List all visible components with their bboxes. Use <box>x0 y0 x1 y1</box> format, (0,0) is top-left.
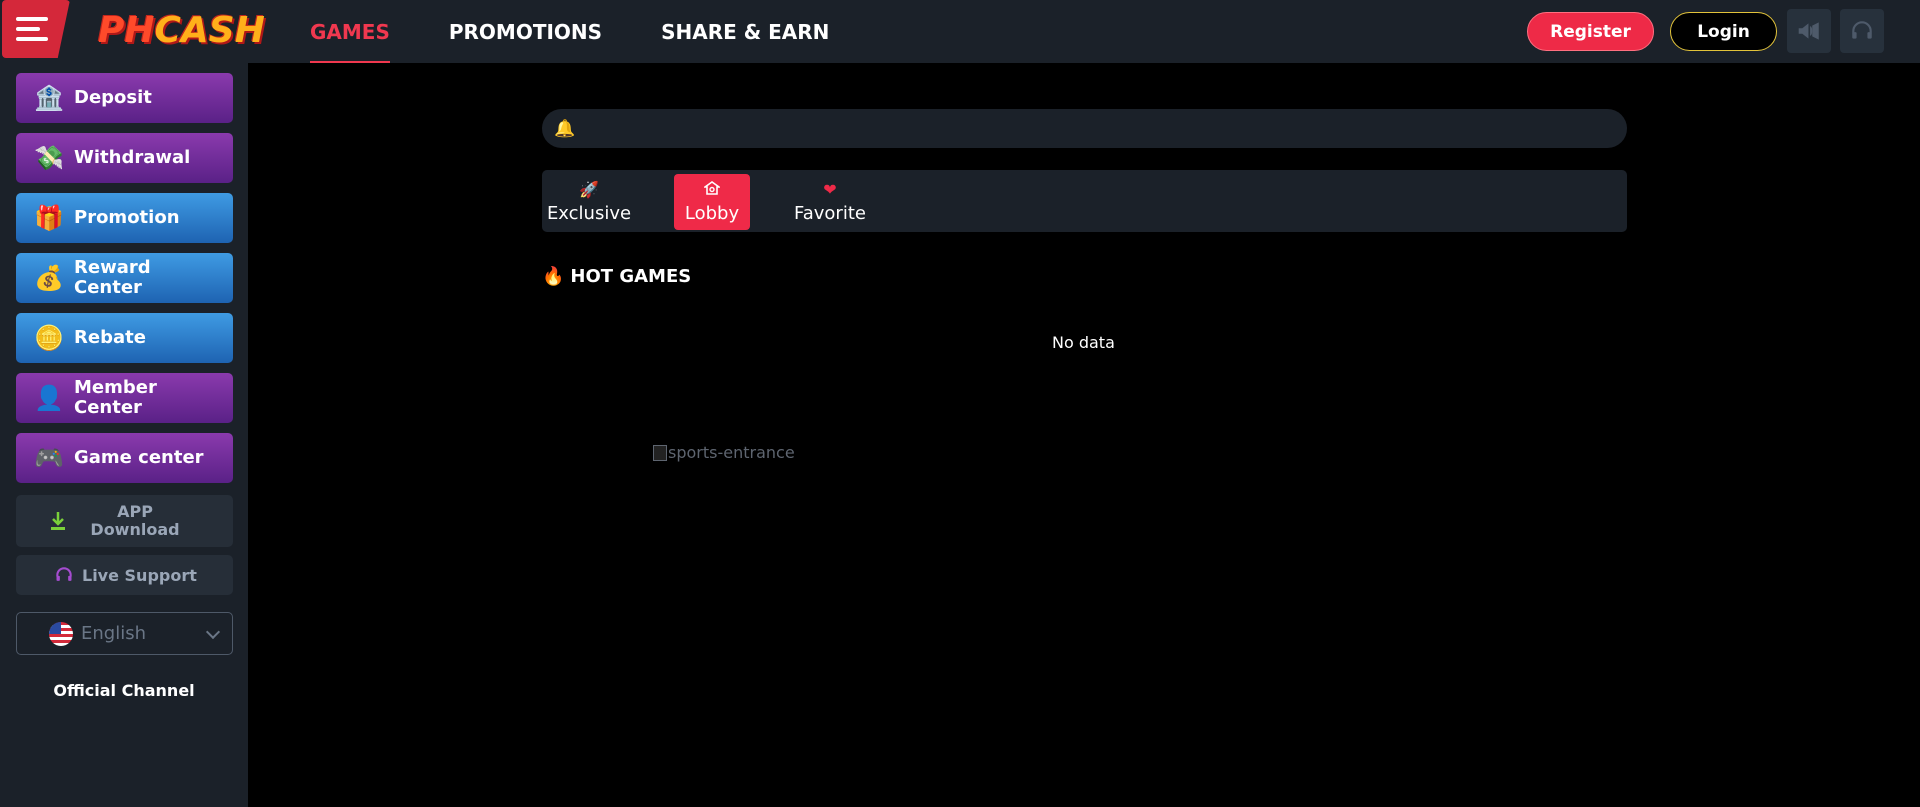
sidebar-item-member-center[interactable]: 👤 Member Center <box>16 373 233 423</box>
notice-bar[interactable]: 🔔 <box>542 109 1627 148</box>
reward-icon: 💰 <box>34 264 64 292</box>
tab-lobby[interactable]: Lobby <box>674 174 750 230</box>
headset-icon <box>1852 21 1872 39</box>
sidebar-item-deposit[interactable]: 🏦 Deposit <box>16 73 233 123</box>
gift-icon: 🎁 <box>34 204 64 232</box>
sidebar-item-game-center[interactable]: 🎮 Game center <box>16 433 233 483</box>
withdrawal-icon: 💸 <box>34 144 64 172</box>
gamepad-icon: 🎮 <box>34 444 64 472</box>
nav-promotions[interactable]: PROMOTIONS <box>449 0 602 63</box>
language-select[interactable]: English <box>16 612 233 655</box>
fire-icon: 🔥 <box>542 266 565 287</box>
sports-entrance-image[interactable]: sports-entrance <box>653 443 795 462</box>
hot-games-heading: 🔥 HOT GAMES <box>542 266 692 287</box>
register-button[interactable]: Register <box>1527 12 1654 51</box>
no-data-message: No data <box>1052 333 1115 352</box>
app-download-button[interactable]: APP Download <box>16 495 233 547</box>
member-icon: 👤 <box>34 384 64 412</box>
sidebar-item-reward-center[interactable]: 💰 Reward Center <box>16 253 233 303</box>
sidebar-item-rebate[interactable]: 🪙 Rebate <box>16 313 233 363</box>
official-channel-heading: Official Channel <box>53 681 195 700</box>
download-icon <box>51 512 65 530</box>
sidebar-item-promotion[interactable]: 🎁 Promotion <box>16 193 233 243</box>
sidebar-item-withdrawal[interactable]: 💸 Withdrawal <box>16 133 233 183</box>
nav-games[interactable]: GAMES <box>310 0 390 63</box>
bell-icon: 🔔 <box>554 118 576 139</box>
nav-share-earn[interactable]: SHARE & EARN <box>661 0 829 63</box>
menu-icon <box>16 17 48 41</box>
us-flag-icon <box>49 621 73 646</box>
announcement-button[interactable] <box>1787 9 1831 53</box>
rocket-icon: 🚀 <box>579 179 599 199</box>
rebate-icon: 🪙 <box>34 324 64 352</box>
tab-exclusive[interactable]: 🚀 Exclusive <box>547 174 631 230</box>
broken-image-icon <box>653 444 667 461</box>
login-button[interactable]: Login <box>1670 12 1777 51</box>
heart-icon: ❤ <box>823 179 837 199</box>
main-nav: GAMES PROMOTIONS SHARE & EARN <box>310 0 888 63</box>
megaphone-icon <box>1798 22 1819 40</box>
top-bar: PHCASH GAMES PROMOTIONS SHARE & EARN Reg… <box>0 0 1920 63</box>
support-button[interactable] <box>1840 9 1884 53</box>
sidebar: 🏦 Deposit 💸 Withdrawal 🎁 Promotion 💰 Reward … <box>0 63 248 807</box>
tab-favorite[interactable]: ❤ Favorite <box>793 174 867 230</box>
menu-button[interactable] <box>2 0 70 58</box>
lobby-icon <box>702 180 722 199</box>
chevron-down-icon <box>205 624 221 640</box>
live-support-button[interactable]: Live Support <box>16 555 233 595</box>
deposit-icon: 🏦 <box>34 84 64 112</box>
site-logo[interactable]: PHCASH <box>98 10 265 52</box>
headset-icon <box>56 567 72 581</box>
game-tabs: 🚀 Exclusive Lobby ❤ Favorite <box>542 170 1627 232</box>
